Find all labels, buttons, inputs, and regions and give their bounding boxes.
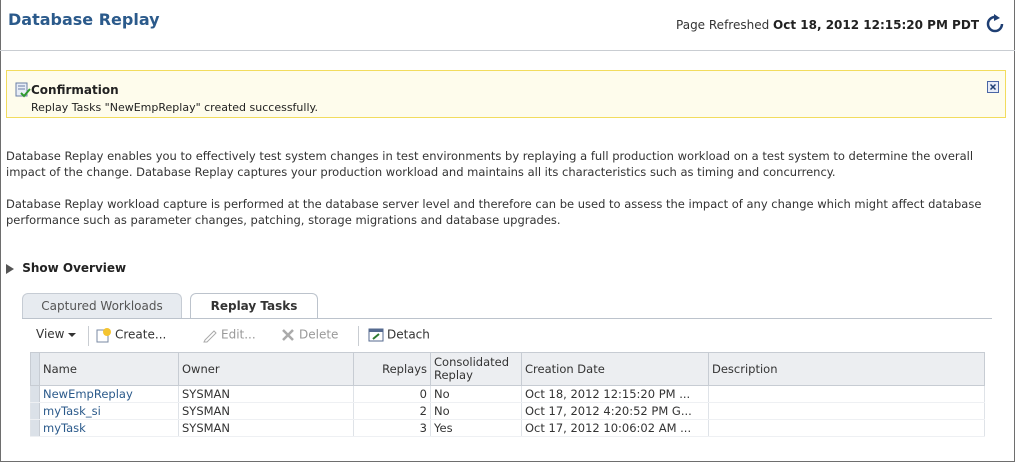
column-header-description[interactable]: Description xyxy=(708,352,985,386)
delete-label: Delete xyxy=(299,327,339,342)
confirmation-title: Confirmation xyxy=(31,83,119,97)
tab-divider xyxy=(22,318,992,319)
table-row[interactable]: myTask_si SYSMAN 2 No Oct 17, 2012 4:20:… xyxy=(30,402,985,420)
column-header-name[interactable]: Name xyxy=(39,352,179,386)
column-header-consolidated-replay[interactable]: Consolidated Replay xyxy=(430,352,522,386)
cell-owner: SYSMAN xyxy=(178,402,354,420)
confirmation-box: Confirmation Replay Tasks "NewEmpReplay"… xyxy=(6,70,1006,118)
chevron-down-icon xyxy=(68,332,77,337)
cell-replays: 3 xyxy=(353,419,431,437)
cell-description xyxy=(708,419,985,437)
row-selector[interactable] xyxy=(30,402,40,420)
refreshed-time: Oct 18, 2012 12:15:20 PM PDT xyxy=(773,18,979,32)
task-name-link[interactable]: myTask_si xyxy=(43,404,101,418)
column-header-replays[interactable]: Replays xyxy=(353,352,431,386)
cell-name[interactable]: myTask xyxy=(39,419,179,437)
view-menu-button[interactable]: View xyxy=(36,327,77,341)
cell-owner: SYSMAN xyxy=(178,385,354,403)
column-header-owner[interactable]: Owner xyxy=(178,352,354,386)
column-header-creation-date[interactable]: Creation Date xyxy=(521,352,709,386)
task-name-link[interactable]: myTask xyxy=(43,421,86,435)
edit-label: Edit... xyxy=(221,327,256,342)
cell-creation-date: Oct 17, 2012 10:06:02 AM ... xyxy=(521,419,709,437)
cell-creation-date: Oct 17, 2012 4:20:52 PM G... xyxy=(521,402,709,420)
cell-consolidated: No xyxy=(430,385,522,403)
page-refreshed: Page Refreshed Oct 18, 2012 12:15:20 PM … xyxy=(676,18,979,32)
task-name-link[interactable]: NewEmpReplay xyxy=(43,387,133,401)
table-row[interactable]: myTask SYSMAN 3 Yes Oct 17, 2012 10:06:0… xyxy=(30,419,985,437)
cell-consolidated: No xyxy=(430,402,522,420)
toolbar-separator xyxy=(88,326,89,346)
create-button[interactable]: Create... xyxy=(96,327,166,343)
cell-owner: SYSMAN xyxy=(178,419,354,437)
cell-replays: 2 xyxy=(353,402,431,420)
create-icon xyxy=(96,328,111,343)
tab-replay-tasks[interactable]: Replay Tasks xyxy=(190,293,318,319)
cell-name[interactable]: NewEmpReplay xyxy=(39,385,179,403)
row-selector[interactable] xyxy=(30,385,40,403)
page-title: Database Replay xyxy=(8,10,160,29)
cell-name[interactable]: myTask_si xyxy=(39,402,179,420)
page-header: Database Replay Page Refreshed Oct 18, 2… xyxy=(0,0,1015,51)
table-row[interactable]: NewEmpReplay SYSMAN 0 No Oct 18, 2012 12… xyxy=(30,385,985,403)
delete-icon xyxy=(282,329,294,341)
cell-description xyxy=(708,385,985,403)
replay-tasks-table: Name Owner Replays Consolidated Replay C… xyxy=(30,352,985,437)
pencil-icon xyxy=(203,330,217,343)
table-header-row: Name Owner Replays Consolidated Replay C… xyxy=(30,352,985,386)
detach-label: Detach xyxy=(387,327,430,342)
cell-creation-date: Oct 18, 2012 12:15:20 PM ... xyxy=(521,385,709,403)
refresh-icon[interactable] xyxy=(985,14,1005,34)
cell-replays: 0 xyxy=(353,385,431,403)
confirmation-message: Replay Tasks "NewEmpReplay" created succ… xyxy=(31,101,318,114)
row-header-spacer xyxy=(30,352,40,386)
toolbar-separator xyxy=(358,326,359,346)
tab-captured-workloads[interactable]: Captured Workloads xyxy=(22,293,182,319)
row-selector[interactable] xyxy=(30,419,40,437)
detach-icon xyxy=(368,328,384,342)
view-label: View xyxy=(36,327,65,341)
create-label: Create... xyxy=(115,327,167,342)
description-paragraph-2: Database Replay workload capture is perf… xyxy=(6,197,982,227)
cell-description xyxy=(708,402,985,420)
confirmation-icon xyxy=(15,82,31,98)
expand-triangle-icon xyxy=(6,263,14,274)
show-overview-label: Show Overview xyxy=(22,261,127,275)
table-toolbar: View Create... Edit... Delete Detach xyxy=(30,322,930,352)
delete-button[interactable]: Delete xyxy=(280,327,338,343)
show-overview-toggle[interactable]: Show Overview xyxy=(6,261,126,275)
description-paragraph-1: Database Replay enables you to effective… xyxy=(6,149,974,179)
refreshed-label: Page Refreshed xyxy=(676,18,770,32)
close-icon[interactable] xyxy=(987,81,999,93)
edit-button[interactable]: Edit... xyxy=(202,327,256,343)
cell-consolidated: Yes xyxy=(430,419,522,437)
detach-button[interactable]: Detach xyxy=(368,327,430,343)
